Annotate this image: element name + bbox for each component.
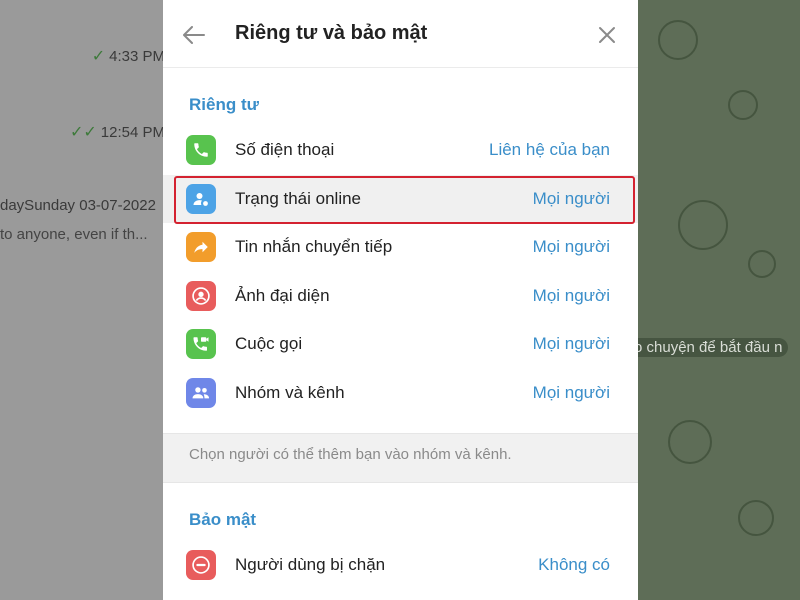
read-check-icon: ✓✓ [69, 124, 97, 141]
privacy-item-online-status[interactable]: Trạng thái online Mọi người [163, 175, 638, 223]
privacy-item-calls[interactable]: Cuộc gọi Mọi người [163, 320, 638, 368]
privacy-item-value: Liên hệ của bạn [489, 140, 610, 159]
user-status-icon [186, 184, 216, 214]
forward-icon [186, 232, 216, 262]
privacy-item-label: Cuộc gọi [235, 334, 303, 353]
chat-timestamp-row: ✓ 4:33 PM [91, 48, 163, 65]
privacy-item-value: Mọi người [532, 383, 610, 402]
privacy-item-value: Mọi người [532, 237, 610, 256]
block-icon [186, 550, 216, 580]
privacy-item-label: Trạng thái online [235, 189, 362, 208]
avatar-icon [186, 281, 216, 311]
doodle-pattern [668, 420, 712, 464]
close-button[interactable] [590, 18, 624, 52]
note-text: Chọn người có thể thêm bạn vào nhóm và k… [189, 446, 512, 463]
dialog-header: Riêng tư và bảo mật [163, 0, 638, 68]
privacy-item-forwarded-messages[interactable]: Tin nhắn chuyển tiếp Mọi người [163, 223, 638, 271]
arrow-left-icon [183, 26, 205, 44]
chat-area-background: o chuyện để bắt đầu n [638, 0, 800, 600]
privacy-item-label: Ảnh đại diện [235, 286, 330, 305]
security-item-blocked-users[interactable]: Người dùng bị chặn Không có [163, 541, 638, 589]
chat-date-text: daySunday 03-07-2022 [0, 197, 156, 214]
empty-chat-hint: o chuyện để bắt đầu n [638, 338, 789, 357]
dialog-title: Riêng tư và bảo mật [235, 22, 428, 44]
privacy-item-label: Số điện thoại [235, 140, 335, 159]
security-section-title: Bảo mật [189, 510, 257, 529]
chat-list-background: ✓ 4:33 PM ✓✓ 12:54 PM daySunday 03-07-2022… [0, 0, 163, 600]
privacy-item-label: Tin nhắn chuyển tiếp [235, 237, 393, 256]
groups-channels-note: Chọn người có thể thêm bạn vào nhóm và k… [163, 433, 638, 483]
group-icon [186, 378, 216, 408]
doodle-pattern [748, 250, 776, 278]
privacy-section-title: Riêng tư [189, 95, 259, 114]
doodle-pattern [678, 200, 728, 250]
privacy-item-phone-number[interactable]: Số điện thoại Liên hệ của bạn [163, 126, 638, 174]
back-button[interactable] [177, 18, 211, 52]
privacy-item-value: Mọi người [532, 286, 610, 305]
chat-preview-text: to anyone, even if th... [0, 226, 148, 243]
privacy-item-label: Nhóm và kênh [235, 383, 345, 402]
privacy-security-dialog: Riêng tư và bảo mật Riêng tư Số điện tho… [163, 0, 638, 600]
sent-check-icon: ✓ [91, 48, 106, 65]
doodle-pattern [728, 90, 758, 120]
doodle-pattern [738, 500, 774, 536]
security-item-value: Không có [538, 555, 610, 574]
security-item-label: Người dùng bị chặn [235, 555, 386, 574]
privacy-item-value: Mọi người [532, 189, 610, 208]
phone-icon [186, 135, 216, 165]
close-icon [599, 27, 615, 43]
privacy-item-groups-channels[interactable]: Nhóm và kênh Mọi người [163, 369, 638, 417]
privacy-item-value: Mọi người [532, 334, 610, 353]
privacy-item-profile-photo[interactable]: Ảnh đại diện Mọi người [163, 272, 638, 320]
doodle-pattern [658, 20, 698, 60]
video-call-icon [186, 329, 216, 359]
chat-timestamp-row: ✓✓ 12:54 PM [69, 124, 163, 141]
